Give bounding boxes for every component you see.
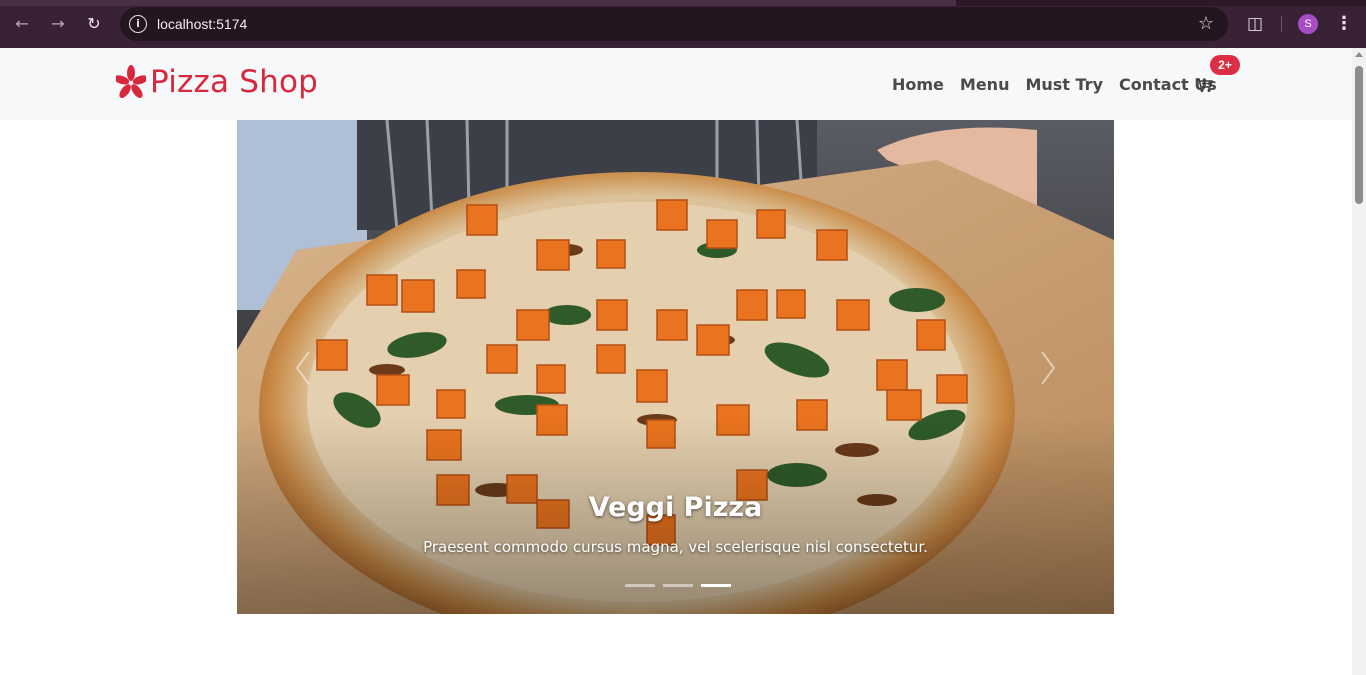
browser-toolbar: ← → ↻ i localhost:5174 ☆ ◫ S ⋮ — [0, 0, 1366, 48]
carousel-next-button[interactable] — [1022, 340, 1062, 400]
active-tab-strip — [0, 0, 956, 6]
nav-link-menu[interactable]: Menu — [960, 75, 1010, 94]
address-bar[interactable]: i localhost:5174 ☆ — [120, 7, 1228, 41]
forward-arrow-icon[interactable]: → — [46, 12, 70, 36]
nav-link-home[interactable]: Home — [892, 75, 944, 94]
cart-count-badge: 2+ — [1210, 55, 1240, 75]
brand-name[interactable]: Pizza Shop — [150, 64, 318, 100]
slide-title: Veggi Pizza — [588, 492, 763, 523]
slide-description: Praesent commodo cursus magna, vel scele… — [423, 538, 928, 556]
site-navbar: Pizza Shop Home Menu Must Try Contact Us… — [0, 48, 1352, 120]
profile-avatar[interactable]: S — [1298, 14, 1318, 34]
page-scrollbar[interactable] — [1352, 48, 1366, 675]
carousel-indicators — [625, 584, 731, 587]
nav-links: Home Menu Must Try Contact Us — [892, 75, 1233, 94]
carousel-indicator-1[interactable] — [625, 584, 655, 587]
back-arrow-icon[interactable]: ← — [10, 12, 34, 36]
carousel-indicator-3[interactable] — [701, 584, 731, 587]
extensions-icon[interactable]: ◫ — [1243, 12, 1267, 36]
nav-link-must-try[interactable]: Must Try — [1025, 75, 1103, 94]
carousel-indicator-2[interactable] — [663, 584, 693, 587]
page-viewport: Pizza Shop Home Menu Must Try Contact Us… — [0, 48, 1352, 675]
toolbar-divider — [1281, 16, 1282, 32]
scroll-up-arrow-icon[interactable] — [1355, 52, 1363, 57]
kebab-menu-icon[interactable]: ⋮ — [1334, 12, 1354, 36]
hero-carousel: Veggi Pizza Praesent commodo cursus magn… — [237, 120, 1114, 614]
carousel-prev-button[interactable] — [292, 340, 332, 400]
pizza-logo-icon — [116, 65, 146, 98]
brand-link[interactable]: Pizza Shop — [116, 62, 318, 102]
info-icon[interactable]: i — [129, 15, 147, 33]
reload-icon[interactable]: ↻ — [82, 12, 106, 36]
star-icon[interactable]: ☆ — [1198, 13, 1214, 34]
cart-icon[interactable] — [1195, 77, 1213, 93]
scroll-thumb[interactable] — [1355, 66, 1363, 204]
address-url[interactable]: localhost:5174 — [157, 16, 247, 32]
